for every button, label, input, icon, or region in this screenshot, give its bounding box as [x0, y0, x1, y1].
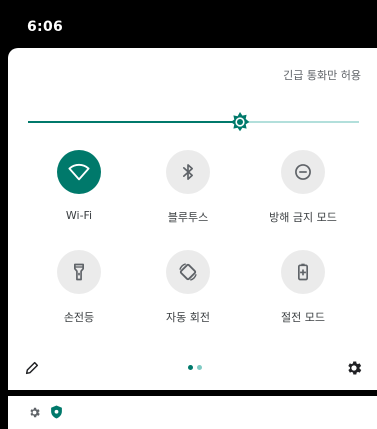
tile-wifi-label: Wi-Fi [65, 209, 93, 222]
notification-settings-icon-wrap [26, 404, 42, 420]
brightness-thumb[interactable] [228, 110, 252, 134]
tile-battery-saver-label: 절전 모드 [281, 311, 325, 324]
tile-wifi[interactable]: Wi-Fi [24, 150, 134, 230]
edit-button[interactable] [22, 358, 42, 378]
tile-dnd-label: 방해 금지 모드 [269, 211, 337, 224]
settings-button[interactable] [344, 358, 364, 378]
carrier-label: 긴급 통화만 허용 [283, 69, 361, 82]
notification-shield-icon-wrap [48, 404, 64, 420]
brightness-slider[interactable] [28, 112, 359, 132]
flashlight-icon [74, 263, 84, 281]
tile-auto-rotate-label: 자동 회전 [166, 311, 210, 324]
auto-rotate-icon [179, 263, 197, 281]
status-bar: 6:06 [0, 0, 377, 48]
wifi-icon [68, 163, 90, 181]
page-dot [197, 365, 202, 370]
shield-icon [50, 405, 62, 419]
tile-do-not-disturb[interactable]: 방해 금지 모드 [248, 150, 358, 230]
tile-dnd-toggle[interactable] [281, 150, 325, 194]
tile-flashlight-label: 손전등 [63, 311, 95, 324]
tile-battery-saver[interactable]: 절전 모드 [248, 250, 358, 330]
page-indicator [188, 365, 202, 370]
page-dot-active [188, 365, 193, 370]
tile-bluetooth-label: 블루투스 [167, 211, 209, 224]
tile-wifi-toggle[interactable] [57, 150, 101, 194]
battery-saver-icon [298, 263, 308, 281]
tile-bluetooth-toggle[interactable] [166, 150, 210, 194]
tile-auto-rotate-toggle[interactable] [166, 250, 210, 294]
status-time: 6:06 [27, 19, 64, 35]
tile-auto-rotate[interactable]: 자동 회전 [133, 250, 243, 330]
gear-icon [29, 407, 40, 417]
notification-shelf[interactable] [8, 396, 377, 429]
pencil-icon [25, 361, 39, 375]
bluetooth-icon [183, 164, 193, 180]
brightness-icon [230, 112, 250, 132]
gear-icon [348, 361, 362, 375]
tile-bluetooth[interactable]: 블루투스 [133, 150, 243, 230]
do-not-disturb-icon [295, 164, 311, 180]
tile-battery-saver-toggle[interactable] [281, 250, 325, 294]
tile-flashlight-toggle[interactable] [57, 250, 101, 294]
quick-settings-panel: 긴급 통화만 허용 Wi-Fi 블루투스 방해 금지 모드 손전등 자동 회전 … [8, 48, 377, 390]
brightness-fill [28, 121, 240, 123]
tile-flashlight[interactable]: 손전등 [24, 250, 134, 330]
